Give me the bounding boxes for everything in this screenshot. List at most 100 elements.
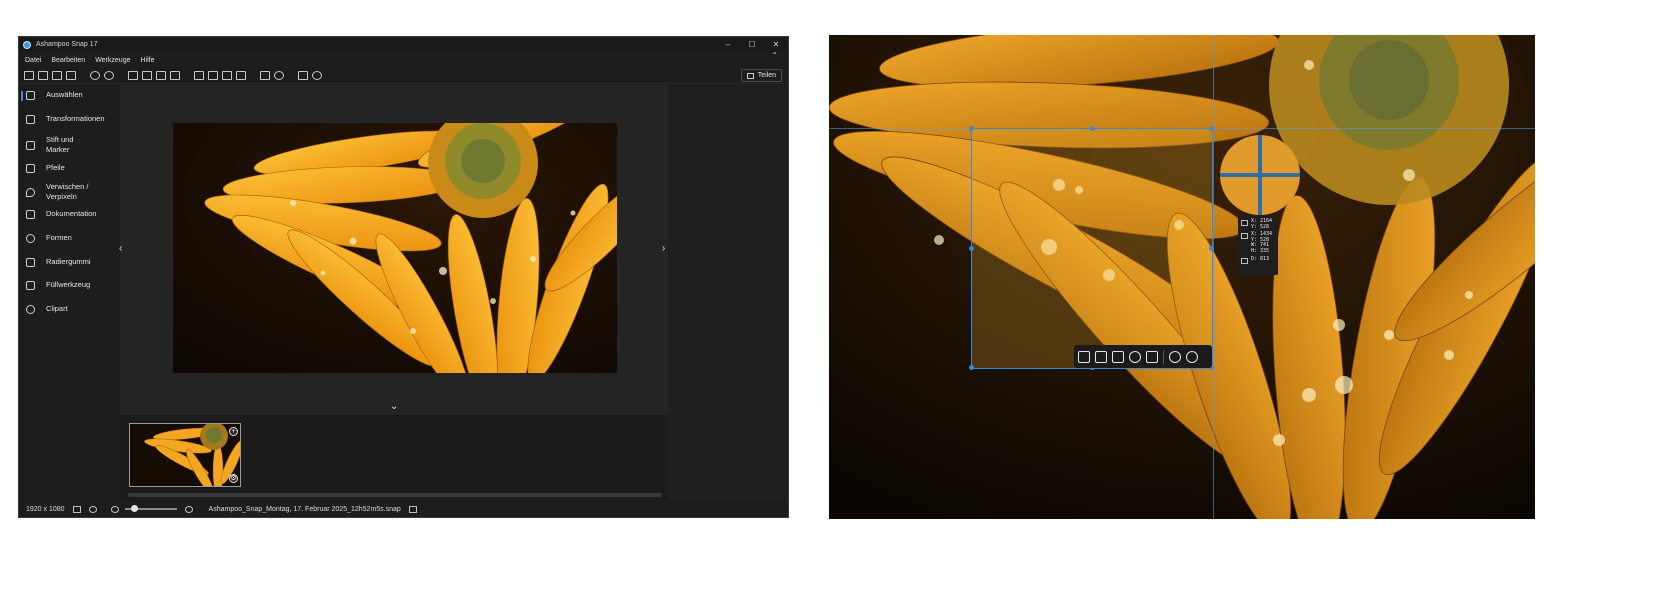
menu-bearbeiten[interactable]: Bearbeiten — [51, 57, 85, 64]
zoom-slider-thumb[interactable] — [131, 505, 139, 512]
zoom-out-icon[interactable] — [110, 505, 119, 513]
help-icon[interactable] — [1169, 350, 1181, 363]
title-bar: Ashampoo Snap 17 – ☐ ✕ — [19, 37, 788, 52]
new-icon[interactable] — [24, 71, 34, 80]
status-bar: 1920 x 1080 Ashampoo_Snap_Montag, 17. Fe… — [19, 501, 788, 517]
minimize-button[interactable]: – — [716, 40, 740, 49]
video-capture-icon[interactable] — [1146, 350, 1158, 363]
selection-rectangle[interactable] — [969, 126, 1214, 370]
folder-icon[interactable] — [298, 71, 308, 80]
camera-icon[interactable] — [1078, 350, 1090, 363]
capture-overlay[interactable]: X: 2164 Y: 528 X: 1434 Y: 528 W: 741 H: … — [829, 35, 1535, 519]
previous-image-icon[interactable]: ‹ — [119, 243, 122, 254]
copy-icon[interactable] — [142, 71, 152, 80]
sidebar-item-auswaehlen[interactable]: Auswählen — [19, 90, 120, 101]
pen-icon — [26, 140, 35, 150]
sidebar-item-dokumentation[interactable]: Dokumentation — [19, 209, 120, 219]
email-icon[interactable] — [222, 71, 232, 80]
move-icon[interactable] — [88, 505, 97, 513]
crosshair-vertical — [1258, 135, 1262, 215]
print-icon[interactable] — [236, 71, 246, 80]
save-as-icon[interactable] — [52, 71, 62, 80]
diagonal-icon — [1241, 257, 1248, 264]
cloud-upload-icon[interactable] — [208, 71, 218, 80]
more-icon[interactable] — [1186, 350, 1198, 363]
sidebar-item-fuellwerkzeug[interactable]: Füllwerkzeug — [19, 280, 120, 290]
magnifier-loupe — [1220, 135, 1300, 215]
resize-handle-e[interactable] — [1209, 246, 1214, 251]
sidebar-item-stift-und-marker[interactable]: Stift und Marker — [19, 135, 120, 155]
gerbera-photo — [173, 123, 617, 373]
zoom-slider[interactable] — [124, 505, 177, 512]
resize-handle-ne[interactable] — [1209, 126, 1214, 131]
capture-action-bar — [1074, 345, 1212, 368]
sidebar-item-label: Transformationen — [46, 114, 105, 123]
add-icon[interactable]: + — [229, 427, 238, 436]
transform-icon — [26, 114, 35, 124]
folder-icon[interactable] — [408, 505, 417, 513]
clipart-smiley-icon — [26, 304, 35, 314]
thumbnail-photo — [130, 424, 240, 486]
settings-icon[interactable] — [312, 71, 322, 80]
share-button[interactable]: Teilen — [740, 69, 782, 82]
help-icon[interactable] — [274, 71, 284, 80]
undo-icon[interactable] — [90, 71, 100, 80]
resize-handle-n[interactable] — [1090, 126, 1095, 131]
toolbar-divider — [1163, 349, 1164, 364]
resize-handle-sw[interactable] — [969, 365, 974, 370]
shapes-icon — [26, 233, 35, 243]
crop-icon[interactable] — [128, 71, 138, 80]
capture-info-panel: X: 2164 Y: 528 X: 1434 Y: 528 W: 741 H: … — [1238, 216, 1278, 275]
save-icon[interactable] — [66, 71, 76, 80]
redo-icon[interactable] — [104, 71, 114, 80]
sidebar-item-label: Dokumentation — [46, 209, 97, 218]
crosshair-icon — [1241, 220, 1248, 226]
sidebar-item-formen[interactable]: Formen — [19, 233, 120, 243]
thumbnail-settings-icon[interactable]: ⚙ — [229, 474, 238, 483]
thumbnail[interactable]: + ⚙ — [129, 423, 241, 487]
thumbnail-strip: + ⚙ — [120, 415, 668, 503]
next-image-icon[interactable]: › — [662, 243, 665, 254]
delete-icon[interactable] — [170, 71, 180, 80]
window-controls: – ☐ ✕ — [716, 40, 788, 49]
collapse-ribbon-icon[interactable]: ⌃ — [771, 51, 778, 60]
eraser-icon — [26, 257, 35, 267]
menu-werkzeuge[interactable]: Werkzeuge — [95, 57, 130, 64]
resize-handle-nw[interactable] — [969, 126, 974, 131]
document-icon[interactable] — [1112, 350, 1124, 363]
clipboard-icon[interactable] — [194, 71, 204, 80]
menu-bar: Datei Bearbeiten Werkzeuge Hilfe — [19, 53, 788, 67]
app-logo-icon — [23, 40, 31, 49]
paste-icon[interactable] — [156, 71, 166, 80]
toolbar — [19, 68, 788, 84]
editor-canvas[interactable]: ‹ › ⌄ — [119, 85, 668, 415]
fit-icon[interactable] — [72, 505, 81, 513]
collapse-strip-icon[interactable]: ⌄ — [390, 401, 398, 412]
sidebar-item-label: Radiergummi — [46, 257, 91, 266]
flower-image — [173, 123, 617, 373]
sidebar-item-radiergummi[interactable]: Radiergummi — [19, 257, 120, 267]
zoom-in-icon[interactable] — [184, 505, 193, 513]
comment-icon[interactable] — [260, 71, 270, 80]
share-icon — [746, 72, 754, 79]
thumbnail-scrollbar[interactable] — [128, 493, 662, 497]
close-button[interactable]: ✕ — [764, 40, 788, 49]
share-label: Teilen — [757, 72, 776, 79]
sidebar-item-label: Formen — [46, 233, 72, 242]
region-height: H: 335 — [1251, 247, 1270, 254]
menu-hilfe[interactable]: Hilfe — [140, 57, 154, 64]
sidebar-item-verwischen-verpixeln[interactable]: Verwischen / Verpixeln — [19, 182, 120, 202]
sidebar-item-pfeile[interactable]: Pfeile — [19, 163, 120, 173]
select-cursor-icon — [26, 90, 35, 100]
menu-datei[interactable]: Datei — [25, 57, 41, 64]
sidebar-item-label: Clipart — [46, 304, 68, 313]
download-icon[interactable] — [1095, 350, 1107, 363]
vertical-guide-line — [1213, 35, 1214, 519]
right-panel — [668, 85, 788, 501]
maximize-button[interactable]: ☐ — [740, 40, 764, 49]
sidebar-item-transformationen[interactable]: Transformationen — [19, 114, 120, 124]
resize-handle-w[interactable] — [969, 246, 974, 251]
open-icon[interactable] — [38, 71, 48, 80]
timer-icon[interactable] — [1129, 350, 1141, 363]
sidebar-item-clipart[interactable]: Clipart — [19, 304, 120, 314]
